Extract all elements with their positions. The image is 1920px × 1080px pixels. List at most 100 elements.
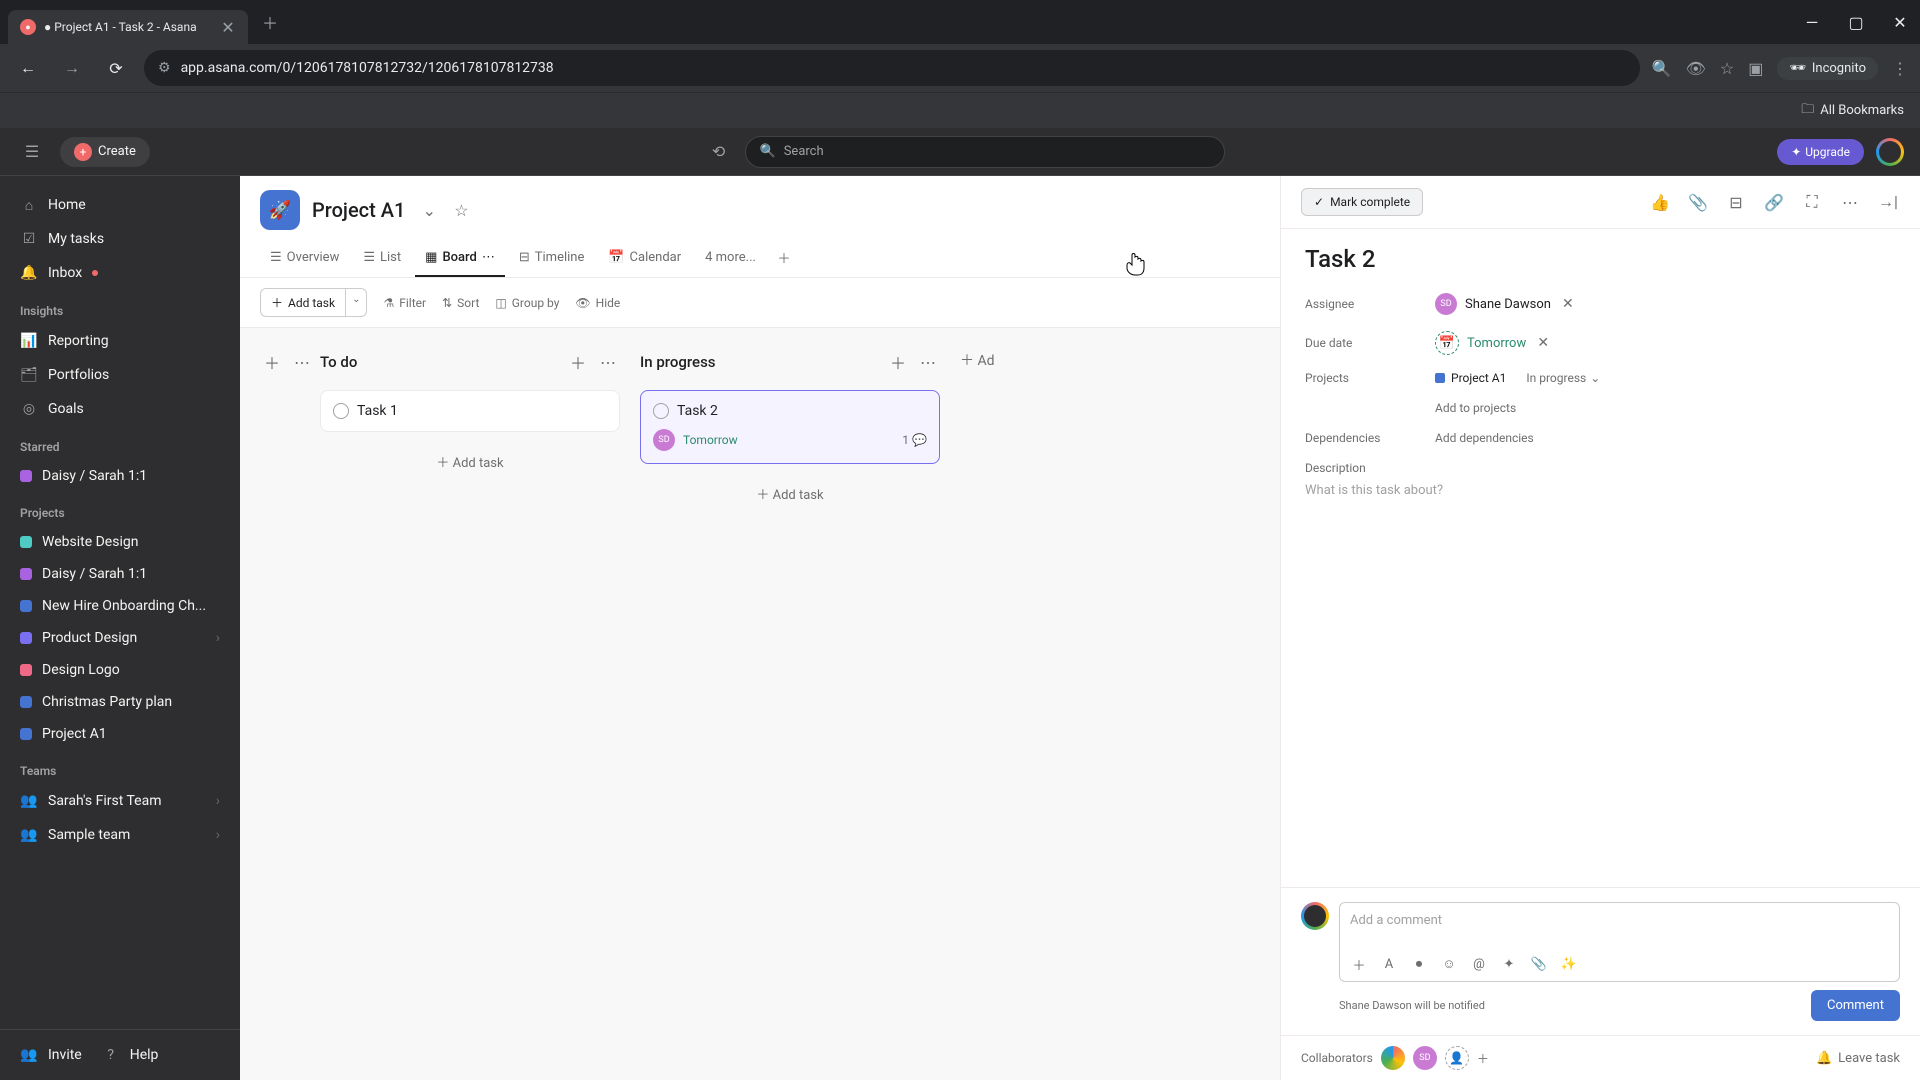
filter-button[interactable]: ⚗Filter [383,296,426,310]
all-bookmarks-button[interactable]: 🗀 All Bookmarks [1801,100,1904,122]
collaborator-avatar-2[interactable]: SD [1413,1046,1437,1070]
window-close-icon[interactable]: ✕ [1888,10,1912,34]
add-task-ghost-button[interactable]: ＋ Add task [320,442,620,481]
add-card-icon[interactable]: ＋ [886,350,910,374]
sidebar-item-project-1[interactable]: Daisy / Sarah 1:1 [0,558,240,590]
sidebar-item-inbox[interactable]: 🔔 Inbox [0,256,240,290]
sidebar-item-team-0[interactable]: 👥Sarah's First Team› [0,784,240,818]
star-icon[interactable]: ✦ [1500,955,1518,973]
sidebar-item-starred-0[interactable]: Daisy / Sarah 1:1 [0,460,240,492]
star-icon[interactable]: ☆ [449,198,473,222]
project-name[interactable]: Project A1 [312,198,405,222]
link-icon[interactable]: 🔗 [1762,190,1786,214]
incognito-badge[interactable]: 🕶 Incognito [1777,57,1878,80]
user-avatar[interactable] [1876,138,1904,166]
collaborator-plus-icon[interactable]: ＋ [1477,1050,1489,1067]
chevron-right-icon[interactable]: › [216,630,220,646]
emoji-icon[interactable]: ☺ [1440,955,1458,973]
nav-reload-button[interactable]: ⟳ [100,52,132,84]
add-task-button[interactable]: ＋ Add task [260,288,346,317]
tab-more[interactable]: 4 more... [695,240,766,277]
complete-toggle-icon[interactable] [653,403,669,419]
chevron-right-icon[interactable]: › [216,793,220,809]
search-input[interactable]: 🔍 Search [745,136,1225,168]
chevron-down-icon[interactable]: ⌄ [417,198,441,222]
sidebar-item-reporting[interactable]: 📊 Reporting [0,324,240,358]
task-title[interactable]: Task 2 [1305,245,1896,273]
hide-button[interactable]: 👁Hide [575,296,620,310]
add-collaborator-button[interactable]: 👤 [1445,1046,1469,1070]
complete-toggle-icon[interactable] [333,403,349,419]
subtask-icon[interactable]: ⊟ [1724,190,1748,214]
due-date-pill[interactable]: 📅 Tomorrow [1435,331,1526,355]
column-title[interactable]: To do [320,353,357,371]
column-more-icon[interactable]: ⋯ [916,350,940,374]
add-task-dropdown[interactable]: ⌄ [346,288,367,317]
sidebar-item-goals[interactable]: ◎ Goals [0,392,240,426]
add-card-icon[interactable]: ＋ [566,350,590,374]
assignee-pill[interactable]: SD Shane Dawson [1435,293,1551,315]
project-status-dropdown[interactable]: In progress ⌄ [1526,371,1600,385]
visibility-off-icon[interactable]: 👁 [1686,59,1706,78]
sidebar-item-portfolios[interactable]: 🗂 Portfolios [0,358,240,392]
history-button[interactable]: ⟲ [703,136,735,168]
add-dependencies-link[interactable]: Add dependencies [1435,431,1534,445]
close-panel-icon[interactable]: →| [1876,190,1900,214]
sidebar-item-project-0[interactable]: Website Design [0,526,240,558]
add-column-icon[interactable]: ＋ [260,350,284,374]
fullscreen-icon[interactable]: ⛶ [1800,190,1824,214]
site-settings-icon[interactable]: ⚙ [158,60,171,76]
add-to-projects-link[interactable]: Add to projects [1435,401,1516,415]
project-icon[interactable]: 🚀 [260,190,300,230]
search-icon[interactable]: 🔍 [1652,59,1672,78]
mark-complete-button[interactable]: ✓ Mark complete [1301,188,1423,216]
description-input[interactable]: What is this task about? [1305,483,1896,603]
invite-button[interactable]: 👥 Invite [20,1042,82,1068]
sidebar-item-mytasks[interactable]: ☑ My tasks [0,222,240,256]
remove-assignee-icon[interactable]: ✕ [1559,295,1577,313]
groupby-button[interactable]: ◫Group by [495,296,559,310]
comment-button[interactable]: Comment [1811,990,1900,1021]
url-input[interactable]: ⚙ app.asana.com/0/1206178107812732/12061… [144,50,1640,86]
tab-close-icon[interactable]: ✕ [220,19,236,35]
collaborator-avatar-1[interactable] [1381,1046,1405,1070]
column-more-icon[interactable]: ⋯ [290,350,314,374]
add-icon[interactable]: ＋ [1350,955,1368,973]
column-more-icon[interactable]: ⋯ [596,350,620,374]
format-icon[interactable]: A [1380,955,1398,973]
side-panel-icon[interactable]: ▣ [1748,59,1763,78]
hamburger-menu-button[interactable]: ☰ [16,136,48,168]
window-minimize-icon[interactable]: — [1800,10,1824,34]
add-section-button[interactable]: ＋ Ad [960,344,1020,376]
sidebar-item-project-5[interactable]: Christmas Party plan [0,686,240,718]
sidebar-item-home[interactable]: ⌂ Home [0,188,240,222]
comment-input[interactable]: Add a comment ＋ A ⏺ ☺ @ ✦ 📎 [1339,902,1900,982]
attachment-icon[interactable]: 📎 [1686,190,1710,214]
chevron-right-icon[interactable]: › [216,827,220,843]
record-icon[interactable]: ⏺ [1410,955,1428,973]
tab-board[interactable]: ▦Board⋯ [415,240,505,277]
project-chip[interactable]: Project A1 [1435,371,1506,385]
bookmark-star-icon[interactable]: ☆ [1720,59,1734,78]
sort-button[interactable]: ⇅Sort [442,296,479,310]
tab-more-icon[interactable]: ⋯ [482,250,495,265]
remove-due-icon[interactable]: ✕ [1534,334,1552,352]
window-maximize-icon[interactable]: ▢ [1844,10,1868,34]
tab-list[interactable]: ☰List [353,240,411,277]
new-tab-button[interactable]: ＋ [256,8,284,36]
more-icon[interactable]: ⋯ [1838,190,1862,214]
add-task-ghost-button[interactable]: ＋ Add task [640,474,940,513]
help-button[interactable]: ? Help [102,1042,159,1068]
tab-overview[interactable]: ☰Overview [260,240,349,277]
sidebar-item-team-1[interactable]: 👥Sample team› [0,818,240,852]
task-card[interactable]: Task 2SDTomorrow1 💬 [640,390,940,464]
ai-icon[interactable]: ✨ [1560,955,1578,973]
sidebar-item-project-4[interactable]: Design Logo [0,654,240,686]
nav-forward-button[interactable]: → [56,52,88,84]
sidebar-item-project-6[interactable]: Project A1 [0,718,240,750]
tab-calendar[interactable]: 📅Calendar [598,240,691,277]
like-icon[interactable]: 👍 [1648,190,1672,214]
create-button[interactable]: + Create [60,137,150,167]
column-title[interactable]: In progress [640,353,716,371]
attach-icon[interactable]: 📎 [1530,955,1548,973]
